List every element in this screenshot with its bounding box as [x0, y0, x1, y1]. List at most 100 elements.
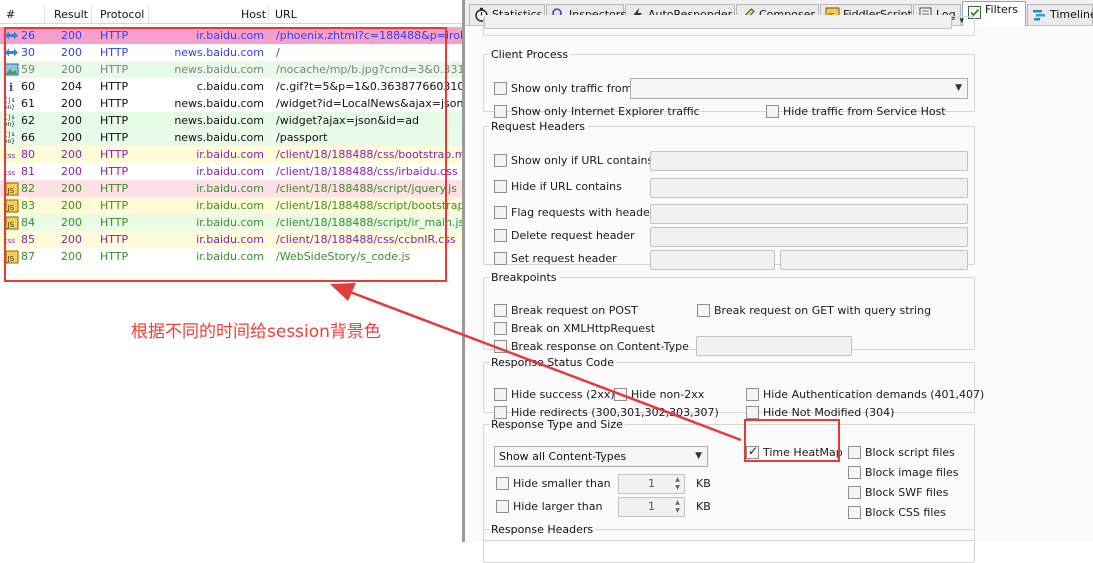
set-header-value-input[interactable]: [780, 250, 968, 270]
block-script-checkbox[interactable]: Block script files: [848, 446, 955, 460]
session-number: 66: [21, 131, 35, 144]
session-protocol: HTTP: [100, 131, 129, 144]
block-script-label: Block script files: [865, 446, 955, 459]
block-swf-checkbox[interactable]: Block SWF files: [848, 486, 948, 500]
session-protocol: HTTP: [100, 80, 129, 93]
session-host: news.baidu.com: [174, 97, 264, 110]
sessions-pane: # Result Protocol Host URL 26 200 HTTP ir.b…: [0, 0, 462, 542]
hide-smaller-checkbox[interactable]: Hide smaller than: [496, 477, 611, 491]
svg-text:JS: JS: [7, 187, 15, 195]
col-protocol[interactable]: Protocol: [100, 8, 144, 21]
stepper-down-icon[interactable]: ▼: [672, 507, 683, 515]
stepper-up-icon[interactable]: ▲: [672, 476, 683, 484]
hide-url-checkbox[interactable]: Hide if URL contains: [494, 180, 622, 194]
table-row[interactable]: css 80 200 HTTP ir.baidu.com/client/18/18848…: [0, 146, 462, 163]
hide-auth-checkbox[interactable]: Hide Authentication demands (401,407): [746, 388, 984, 402]
request-headers-legend: Request Headers: [491, 120, 585, 133]
session-number: 61: [21, 97, 35, 110]
table-row[interactable]: JS 83 200 HTTP ir.baidu.com/client/18/188488…: [0, 197, 462, 214]
hide-service-host-checkbox[interactable]: Hide traffic from Service Host: [766, 105, 946, 119]
hosts-scroll-arrow[interactable]: ▾: [952, 15, 966, 29]
hide-auth-label: Hide Authentication demands (401,407): [763, 388, 985, 401]
hide-larger-stepper[interactable]: 1 ▲ ▼: [618, 497, 685, 517]
tab-filters-label: Filters: [985, 3, 1018, 16]
flag-headers-input[interactable]: [650, 204, 968, 224]
group-client-process: Client Process Show only traffic from ▼ …: [483, 48, 975, 118]
show-only-traffic-from-checkbox[interactable]: Show only traffic from: [494, 82, 632, 96]
session-protocol: HTTP: [100, 165, 129, 178]
svg-text:{js: {js: [4, 97, 15, 104]
tab-timeline[interactable]: Timeline: [1027, 4, 1093, 25]
session-number: 60: [21, 80, 35, 93]
break-post-checkbox[interactable]: Break request on POST: [494, 304, 638, 318]
session-protocol: HTTP: [100, 114, 129, 127]
session-host: ir.baidu.com: [196, 165, 264, 178]
session-number: 80: [21, 148, 35, 161]
session-result: 200: [61, 233, 82, 246]
col-number[interactable]: #: [6, 8, 15, 21]
session-result: 200: [61, 46, 82, 59]
show-only-ie-checkbox[interactable]: Show only Internet Explorer traffic: [494, 105, 700, 119]
block-image-checkbox[interactable]: Block image files: [848, 466, 959, 480]
session-url: /client/18/188488/css/bootstrap.min.c: [276, 148, 462, 161]
flag-headers-checkbox[interactable]: Flag requests with headers: [494, 206, 660, 220]
show-only-url-input[interactable]: [650, 151, 968, 171]
session-protocol: HTTP: [100, 97, 129, 110]
json-icon: {js on}: [4, 113, 19, 128]
break-content-type-checkbox[interactable]: Break response on Content-Type: [494, 340, 689, 354]
svg-text:css: css: [4, 152, 15, 160]
stepper-up-icon[interactable]: ▲: [672, 499, 683, 507]
table-row[interactable]: i 60 204 HTTP c.baidu.com/c.gif?t=5&p=1&0.36…: [0, 78, 462, 95]
tab-timeline-label: Timeline: [1050, 8, 1093, 21]
show-only-url-checkbox[interactable]: Show only if URL contains: [494, 154, 653, 168]
col-url[interactable]: URL: [275, 8, 297, 21]
table-row[interactable]: JS 82 200 HTTP ir.baidu.com/client/18/188488…: [0, 180, 462, 197]
session-protocol: HTTP: [100, 199, 129, 212]
table-row[interactable]: css 81 200 HTTP ir.baidu.com/client/18/18848…: [0, 163, 462, 180]
session-protocol: HTTP: [100, 46, 129, 59]
table-row[interactable]: css 85 200 HTTP ir.baidu.com/client/18/18848…: [0, 231, 462, 248]
set-header-checkbox[interactable]: Set request header: [494, 252, 617, 266]
content-types-dropdown[interactable]: Show all Content-Types ▼: [494, 446, 708, 467]
set-header-name-input[interactable]: [650, 250, 775, 270]
session-url: /client/18/188488/css/irbaidu.css: [276, 165, 458, 178]
table-row[interactable]: {js on} 61 200 HTTP news.baidu.com/widget?id=…: [0, 95, 462, 112]
hide-non2xx-checkbox[interactable]: Hide non-2xx: [614, 388, 704, 402]
session-result: 200: [61, 199, 82, 212]
table-row[interactable]: {js on} 62 200 HTTP news.baidu.com/widget?aja…: [0, 112, 462, 129]
block-image-label: Block image files: [865, 466, 959, 479]
delete-header-input[interactable]: [650, 227, 968, 247]
break-xhr-checkbox[interactable]: Break on XMLHttpRequest: [494, 322, 655, 336]
hide-smaller-stepper[interactable]: 1 ▲ ▼: [618, 474, 685, 494]
js-icon: JS: [4, 249, 19, 264]
session-host: ir.baidu.com: [196, 182, 264, 195]
hide-larger-checkbox[interactable]: Hide larger than: [496, 500, 602, 514]
show-only-url-label: Show only if URL contains: [511, 154, 654, 167]
table-row[interactable]: 30 200 HTTP news.baidu.com /: [0, 44, 462, 61]
session-result: 200: [61, 114, 82, 127]
session-number: 85: [21, 233, 35, 246]
session-protocol: HTTP: [100, 250, 129, 263]
hide-success-checkbox[interactable]: Hide success (2xx): [494, 388, 615, 402]
break-get-qs-checkbox[interactable]: Break request on GET with query string: [697, 304, 931, 318]
session-url: /widget?ajax=json&id=ad: [276, 114, 419, 127]
process-dropdown[interactable]: ▼: [630, 78, 968, 99]
stepper-down-icon[interactable]: ▼: [672, 484, 683, 492]
hide-url-input[interactable]: [650, 178, 968, 198]
hosts-textbox[interactable]: [484, 15, 952, 29]
table-row[interactable]: JS 84 200 HTTP ir.baidu.com/client/18/188488…: [0, 214, 462, 231]
redirect-icon: [4, 28, 19, 43]
session-number: 82: [21, 182, 35, 195]
table-row[interactable]: {js on} 66 200 HTTP news.baidu.com/passport: [0, 129, 462, 146]
delete-header-checkbox[interactable]: Delete request header: [494, 229, 635, 243]
table-row[interactable]: 26 200 HTTP ir.baidu.com/phoenix.zhtml?c=18…: [0, 27, 462, 44]
col-result[interactable]: Result: [54, 8, 88, 21]
block-css-checkbox[interactable]: Block CSS files: [848, 506, 946, 520]
break-content-type-input[interactable]: [696, 336, 852, 356]
table-row[interactable]: JS 87 200 HTTP ir.baidu.com/WebSideStory/s_c…: [0, 248, 462, 265]
time-heatmap-checkbox[interactable]: Time HeatMap: [746, 445, 843, 460]
table-row[interactable]: 59 200 HTTP news.baidu.com/nocache/mp/b.jpg…: [0, 61, 462, 78]
session-host: c.baidu.com: [196, 80, 264, 93]
col-host[interactable]: Host: [241, 8, 266, 21]
group-response-headers: Response Headers: [483, 523, 975, 563]
